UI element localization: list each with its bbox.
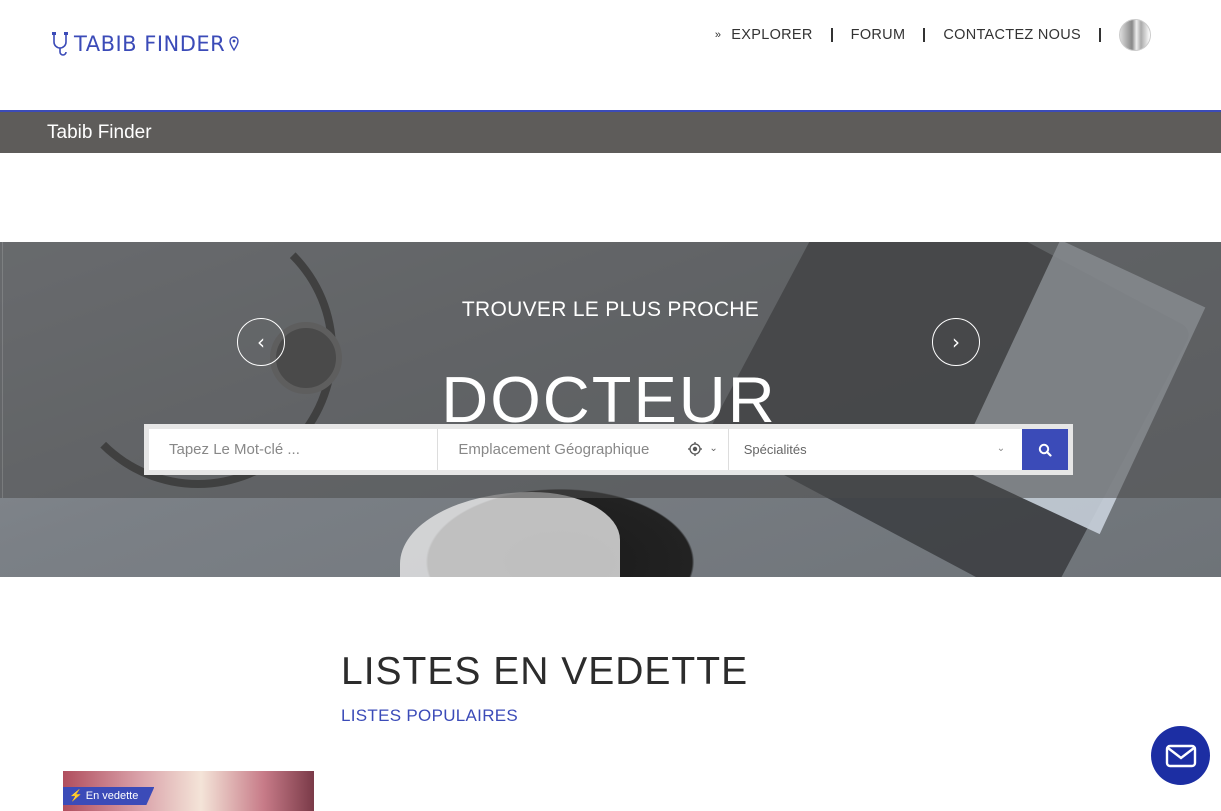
specialty-select-label: Spécialités (743, 442, 807, 457)
location-field: ⌄ (438, 429, 729, 470)
chevron-right-icon: › (952, 330, 960, 354)
nav-divider (923, 28, 926, 42)
page-title-bar: Tabib Finder (0, 110, 1221, 153)
page-title: Tabib Finder (47, 122, 152, 143)
map-pin-logo-icon (229, 36, 239, 52)
double-chevron-down-icon: » (714, 29, 722, 41)
stethoscope-logo-icon (52, 32, 68, 56)
hero-subtitle: TROUVER LE PLUS PROCHE (461, 298, 760, 321)
lightning-icon: ⚡ (69, 790, 83, 802)
featured-subheading: LISTES POPULAIRES (341, 706, 519, 725)
nav-divider (830, 28, 833, 42)
carousel-next-button[interactable]: › (932, 318, 980, 366)
nav-explorer[interactable]: » EXPLORER (715, 27, 813, 43)
nav-contact[interactable]: CONTACTEZ NOUS (943, 27, 1081, 43)
featured-heading: LISTES EN VEDETTE (341, 650, 749, 693)
nav-divider (1099, 28, 1101, 42)
hero-background-coat (400, 492, 620, 577)
contact-mail-button[interactable] (1151, 726, 1210, 785)
featured-badge-label: En vedette (85, 790, 139, 802)
locate-crosshair-icon[interactable] (687, 442, 702, 456)
featured-badge: ⚡ En vedette (63, 787, 154, 805)
search-bar-inner: ⌄ Spécialités ⌄ (149, 429, 1068, 470)
location-chevron-down-icon[interactable]: ⌄ (709, 443, 717, 454)
carousel-prev-button[interactable]: ‹ (237, 318, 285, 366)
nav-forum[interactable]: FORUM (851, 27, 906, 43)
user-avatar[interactable] (1119, 19, 1151, 51)
envelope-icon (1165, 744, 1196, 767)
search-icon (1038, 443, 1052, 457)
main-nav: » EXPLORER FORUM CONTACTEZ NOUS (715, 19, 1151, 51)
logo-text: TABIB FINDER (74, 32, 226, 56)
featured-listing-card[interactable]: ⚡ En vedette (63, 771, 314, 811)
site-header: TABIB FINDER » EXPLORER FORUM CONTACTEZ … (0, 0, 1221, 110)
search-submit-button[interactable] (1022, 429, 1068, 470)
site-logo[interactable]: TABIB FINDER (50, 30, 239, 58)
keyword-search-input[interactable] (149, 429, 439, 470)
specialty-select[interactable]: Spécialités ⌄ (729, 429, 1019, 470)
search-bar: ⌄ Spécialités ⌄ (144, 424, 1073, 475)
location-input[interactable] (438, 429, 679, 470)
hero-banner: TROUVER LE PLUS PROCHE DOCTEUR ‹ › (0, 242, 1221, 577)
nav-explorer-label: EXPLORER (731, 27, 813, 43)
chevron-left-icon: ‹ (257, 330, 265, 354)
specialty-chevron-down-icon: ⌄ (996, 443, 1006, 454)
